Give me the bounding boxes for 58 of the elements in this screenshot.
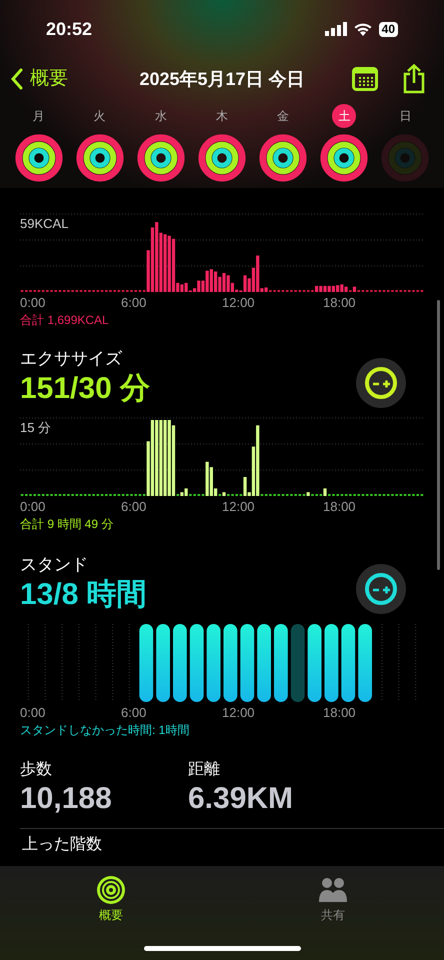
signal-icon: [324, 22, 347, 36]
battery-indicator: 40: [378, 22, 398, 36]
calendar-button[interactable]: [352, 67, 378, 91]
adjust-goal-button[interactable]: [356, 564, 406, 614]
adjust-goal-button[interactable]: [356, 358, 406, 408]
axis-label: 6:00: [121, 704, 146, 722]
axis-label: 12:00: [222, 704, 255, 722]
tab-bar-item[interactable]: 概要: [71, 876, 151, 924]
axis-label: 6:00: [121, 498, 146, 516]
axis-label: 0:00: [20, 294, 46, 312]
exercise-value: 151/30 分: [20, 371, 150, 407]
axis-label: 12:00: [222, 498, 255, 516]
day-rings-button[interactable]: [320, 134, 368, 182]
rings-icon: [97, 876, 125, 904]
day-rings-button[interactable]: [198, 134, 246, 182]
axis-label: 18:00: [323, 294, 356, 312]
move-total: 合計 1,699KCAL: [20, 312, 110, 328]
stat-value: 6.39KM: [188, 781, 294, 817]
weekday-label: 火: [92, 108, 107, 125]
exercise-bar: [323, 488, 327, 496]
exercise-title: エクササイズ: [20, 348, 123, 370]
axis-label: 0:00: [20, 498, 46, 516]
exercise-bar: [306, 492, 310, 496]
weekday-label: 金: [276, 108, 290, 125]
axis-max-label: 15 分: [20, 419, 52, 437]
day-rings-button[interactable]: [259, 134, 308, 182]
back-button[interactable]: 概要: [10, 64, 106, 94]
floors-title: 上った階数: [22, 835, 103, 855]
axis-label: 0:00: [20, 704, 46, 722]
stat-label: 距離: [188, 760, 221, 780]
weekday-label: 木: [214, 108, 229, 125]
stand-total: スタンドしなかった時間: 1時間: [20, 722, 190, 738]
weekday-label: 月: [32, 108, 46, 125]
axis-label: 6:00: [121, 294, 146, 312]
weekday-label: 水: [154, 108, 168, 125]
axis-label: 18:00: [323, 704, 356, 722]
axis-max-label: 59KCAL: [20, 215, 68, 233]
exercise-bar: [222, 492, 226, 496]
wifi-icon: [352, 22, 373, 36]
weekday-label: 日: [398, 108, 412, 125]
status-time: 20:52: [46, 18, 92, 40]
stat-label: 歩数: [20, 760, 53, 780]
stat-value: 10,188: [20, 781, 113, 817]
stand-title: スタンド: [20, 554, 89, 576]
people-icon: [317, 876, 349, 904]
day-rings-button[interactable]: [76, 134, 124, 182]
weekday-label: 土: [332, 104, 356, 128]
chevron-left-icon: [10, 68, 24, 90]
axis-label: 12:00: [222, 294, 255, 312]
stand-value: 13/8 時間: [20, 577, 147, 613]
tab-bar-item[interactable]: 共有: [293, 876, 373, 924]
share-button[interactable]: [402, 64, 426, 94]
exercise-total: 合計 9 時間 49 分: [20, 516, 114, 532]
day-rings-button[interactable]: [14, 134, 63, 182]
axis-label: 18:00: [323, 498, 356, 516]
date-title: 2025年5月17日 今日: [138, 68, 306, 90]
calorie-bar: [352, 286, 356, 292]
day-rings-button[interactable]: [136, 134, 185, 182]
